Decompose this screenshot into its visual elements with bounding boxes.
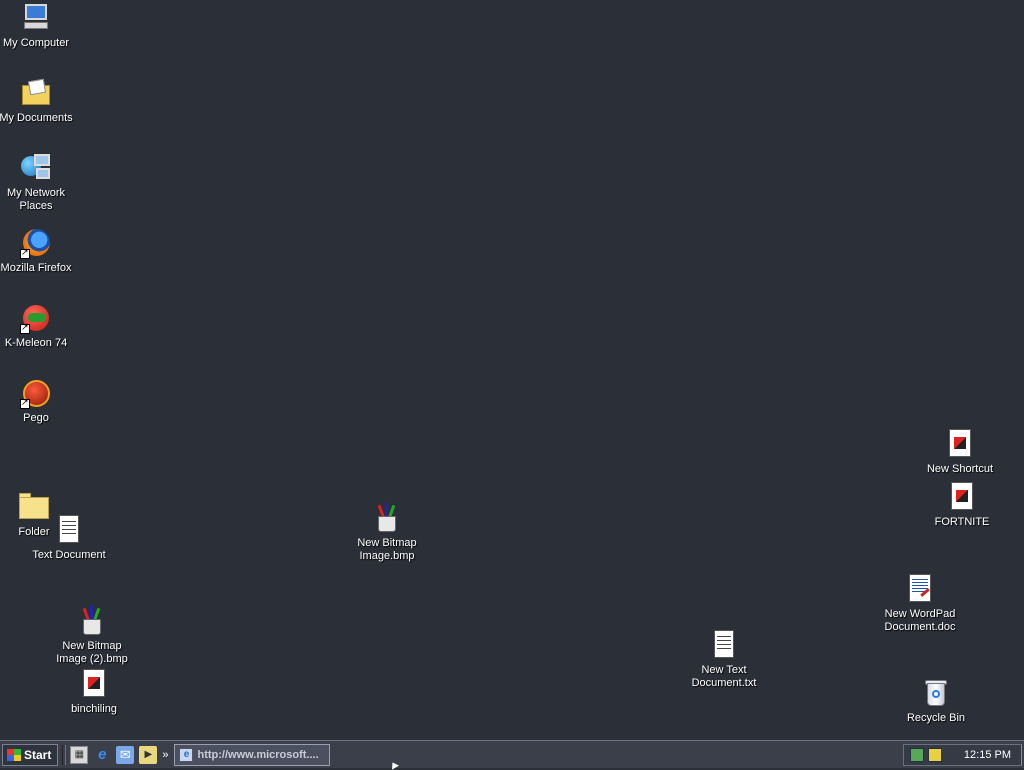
desktop-icon-text-file[interactable]: Text Document	[31, 514, 107, 562]
text-file-icon	[53, 514, 85, 546]
media-player-icon[interactable]: ▶	[139, 745, 158, 764]
paint-bitmap-icon	[76, 605, 108, 637]
icon-label: New WordPad Document.doc	[884, 608, 956, 633]
executable-file-icon	[946, 481, 978, 513]
shortcut-arrow-icon	[20, 397, 30, 409]
icon-label: My Documents	[0, 112, 73, 124]
pego-icon	[20, 377, 52, 409]
icon-label: My Computer	[2, 37, 70, 49]
desktop-icon-new-bitmap-2[interactable]: New Bitmap Image (2).bmp	[54, 605, 130, 666]
taskbar-window-button[interactable]: e http://www.microsoft....	[174, 743, 331, 766]
desktop-icon-new-bitmap[interactable]: New Bitmap Image.bmp	[349, 502, 425, 563]
outlook-express-icon[interactable]: ✉	[116, 745, 135, 764]
desktop-icon-my-computer[interactable]: My Computer	[0, 2, 74, 50]
icon-label: Recycle Bin	[906, 712, 966, 724]
desktop-icon-my-documents[interactable]: My Documents	[0, 77, 74, 125]
windows-logo-icon	[7, 748, 21, 761]
icon-label: My Network Places	[6, 187, 66, 212]
icon-label: Mozilla Firefox	[0, 262, 72, 274]
icon-label: K-Meleon 74	[4, 337, 68, 349]
clock[interactable]: 12:15 PM	[964, 749, 1011, 761]
system-tray: 12:15 PM	[902, 743, 1022, 766]
icon-label: New Bitmap Image.bmp	[357, 537, 417, 562]
network-tray-icon[interactable]	[909, 747, 924, 762]
taskbar-separator	[62, 744, 67, 765]
paint-bitmap-icon	[371, 502, 403, 534]
executable-file-icon	[944, 428, 976, 460]
desktop-icon-mozilla-firefox[interactable]: Mozilla Firefox	[0, 227, 74, 275]
quick-launch-more-button[interactable]: »	[162, 749, 168, 761]
start-label: Start	[24, 747, 52, 762]
desktop-icon-wordpad-document[interactable]: New WordPad Document.doc	[882, 573, 958, 634]
network-globe-icon	[20, 152, 52, 184]
desktop[interactable]: My Computer My Documents My Network Plac…	[0, 0, 1024, 740]
shortcut-arrow-icon	[20, 247, 30, 259]
icon-label: binchiling	[71, 703, 117, 715]
desktop-icon-new-shortcut[interactable]: New Shortcut	[922, 428, 998, 476]
start-button[interactable]: Start	[2, 743, 59, 766]
icon-label: Text Document	[32, 549, 106, 561]
volume-tray-icon[interactable]	[927, 747, 942, 762]
taskbar: Start ▦ e ✉ ▶ » e http://www.microsoft..…	[0, 740, 1024, 768]
executable-file-icon	[78, 668, 110, 700]
internet-explorer-icon[interactable]: e	[93, 746, 111, 764]
desktop-icon-my-network-places[interactable]: My Network Places	[0, 152, 74, 213]
text-file-icon	[708, 629, 740, 661]
wordpad-document-icon	[904, 573, 936, 605]
desktop-icon-binchiling[interactable]: binchiling	[56, 668, 132, 716]
icon-label: New Shortcut	[926, 463, 994, 475]
desktop-icon-recycle-bin[interactable]: Recycle Bin	[898, 677, 974, 725]
icon-label: New Bitmap Image (2).bmp	[56, 640, 128, 665]
show-desktop-icon[interactable]: ▦	[70, 745, 89, 764]
browser-window-icon: e	[179, 747, 194, 762]
taskbar-window-title: http://www.microsoft....	[197, 748, 319, 761]
icon-label: New Text Document.txt	[691, 664, 757, 689]
icon-label: FORTNITE	[934, 516, 990, 528]
computer-icon	[20, 2, 52, 34]
recycle-bin-icon	[920, 677, 952, 709]
firefox-icon	[20, 227, 52, 259]
shortcut-arrow-icon	[20, 322, 30, 334]
icon-label: Pego	[23, 412, 49, 424]
desktop-icon-fortnite[interactable]: FORTNITE	[924, 481, 1000, 529]
desktop-icon-new-text-document[interactable]: New Text Document.txt	[686, 629, 762, 690]
desktop-icon-pego[interactable]: Pego	[0, 377, 74, 425]
documents-folder-icon	[20, 77, 52, 109]
desktop-icon-k-meleon[interactable]: K-Meleon 74	[0, 302, 74, 350]
k-meleon-icon	[20, 302, 52, 334]
